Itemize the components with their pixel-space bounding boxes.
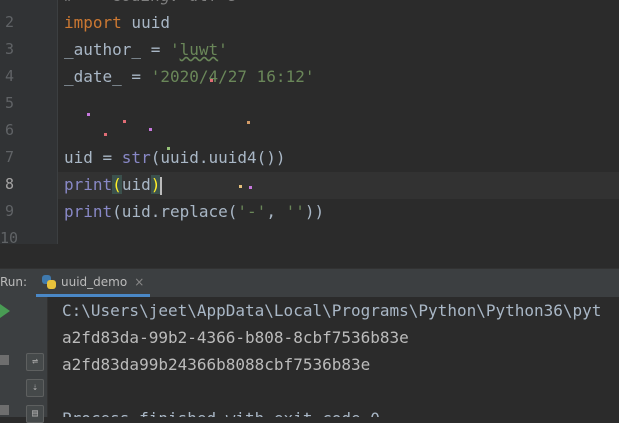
- stop-icon[interactable]: [0, 355, 9, 365]
- line-number-current: 8: [4, 175, 14, 193]
- artifact-speck: [149, 128, 152, 131]
- empty-string: '': [285, 202, 305, 221]
- text-caret: [160, 176, 163, 195]
- open-paren-highlight: (: [112, 175, 122, 194]
- artifact-speck: [210, 79, 213, 82]
- line-number: 7: [4, 148, 14, 166]
- code-line-import[interactable]: import uuid: [64, 9, 170, 36]
- module-name: uuid: [121, 13, 170, 32]
- artifact-speck: [239, 185, 242, 188]
- console-output-line: a2fd83da-99b2-4366-b808-8cbf7536b83e: [62, 328, 409, 347]
- author-string: luwt: [179, 40, 219, 59]
- line-number: 10: [0, 229, 19, 244]
- print-arg: uid: [121, 175, 151, 194]
- code-line-comment: # coding: utf-8: [64, 0, 237, 9]
- builtin-print: print: [64, 202, 113, 221]
- tab-uuid-demo[interactable]: uuid_demo ×: [36, 269, 151, 297]
- artifact-speck: [247, 121, 250, 124]
- code-line-author[interactable]: _author_ = 'luwt': [64, 36, 228, 63]
- comma: ,: [266, 202, 286, 221]
- code-editor[interactable]: 2 3 4 5 6 7 8 9 10 # coding: utf-8 impor…: [0, 0, 619, 244]
- code-line-print-replace[interactable]: print(uid.replace('-', '')): [64, 198, 324, 225]
- artifact-speck: [104, 133, 107, 136]
- dash-string: '-': [237, 202, 267, 221]
- uuid4-call: (uuid.uuid4()): [150, 148, 286, 167]
- print-icon[interactable]: ▤: [26, 405, 44, 423]
- author-quote: ': [169, 40, 180, 59]
- run-toolwindow-header: Run: uuid_demo ×: [0, 268, 619, 298]
- close-icon[interactable]: ×: [134, 275, 144, 289]
- keyword-import: import: [64, 13, 122, 32]
- line-number: 2: [4, 13, 14, 31]
- scroll-to-end-icon[interactable]: ⇣: [26, 379, 44, 397]
- artifact-speck: [87, 113, 90, 116]
- run-console[interactable]: C:\Users\jeet\AppData\Local\Programs\Pyt…: [48, 297, 619, 417]
- replace-call: (uid.replace(: [112, 202, 238, 221]
- code-line-date[interactable]: _date_ = '2020/4/27 16:12': [64, 63, 314, 90]
- line-number-gutter[interactable]: 2 3 4 5 6 7 8 9 10: [0, 0, 58, 244]
- artifact-speck: [167, 147, 170, 150]
- author-var: _author_ =: [64, 40, 170, 59]
- line-number: 5: [4, 94, 14, 112]
- editor-bottom-strip: [0, 244, 619, 268]
- close-run-icon[interactable]: [0, 405, 9, 415]
- python-file-icon: [42, 274, 56, 289]
- date-string: '2020/4/27 16:12': [150, 67, 315, 86]
- code-line-uid-assign[interactable]: uid = str(uuid.uuid4()): [64, 144, 286, 171]
- author-quote: ': [218, 40, 228, 59]
- soft-wrap-icon[interactable]: ⇌: [26, 353, 44, 371]
- run-tab-label: uuid_demo: [61, 274, 128, 289]
- builtin-print: print: [64, 175, 113, 194]
- date-var: _date_ =: [64, 67, 151, 86]
- console-exit-line: Process finished with exit code 0: [62, 405, 380, 417]
- close-paren-highlight: ): [150, 175, 161, 194]
- uid-assign: uid =: [64, 148, 122, 167]
- line-number: 9: [4, 202, 14, 220]
- artifact-speck: [249, 186, 252, 189]
- line-number: 4: [4, 67, 14, 85]
- line-number: 3: [4, 40, 14, 58]
- line-number: 6: [4, 121, 14, 139]
- artifact-speck: [123, 120, 126, 123]
- run-play-icon[interactable]: [0, 304, 10, 318]
- builtin-str: str: [121, 148, 151, 167]
- closing-parens: )): [304, 202, 325, 221]
- code-line-print-uid[interactable]: print(uid): [64, 171, 163, 198]
- run-label: Run:: [0, 275, 28, 289]
- console-output-line: a2fd83da99b24366b8088cbf7536b83e: [62, 355, 371, 374]
- console-command-line: C:\Users\jeet\AppData\Local\Programs\Pyt…: [62, 301, 602, 320]
